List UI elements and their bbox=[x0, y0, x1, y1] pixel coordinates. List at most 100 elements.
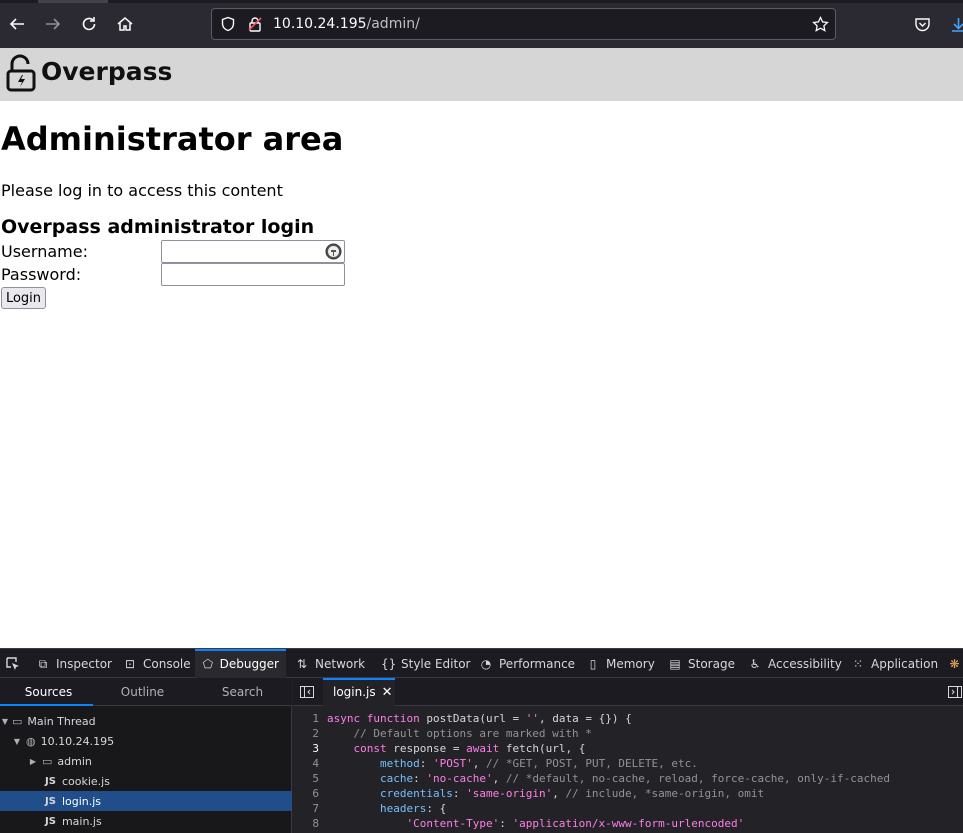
bookmark-star-icon[interactable] bbox=[812, 16, 829, 33]
tab-accessibility[interactable]: ♿ Accessibility bbox=[746, 649, 844, 678]
performance-icon: ◔ bbox=[480, 656, 492, 671]
forward-button[interactable] bbox=[41, 12, 65, 36]
line-number[interactable]: 1 bbox=[293, 711, 319, 726]
tab-network[interactable]: ⇅ Network bbox=[293, 649, 367, 678]
subtab-outline[interactable]: Outline bbox=[94, 678, 191, 706]
storage-icon: ▤ bbox=[669, 656, 681, 671]
tree-main-thread[interactable]: ▼ ▭ Main Thread bbox=[0, 711, 292, 731]
network-icon: ⇅ bbox=[296, 656, 308, 671]
tree-file-main[interactable]: JS main.js bbox=[0, 811, 292, 831]
collapsed-arrow-icon: ▶ bbox=[29, 756, 37, 766]
code-line: 4 method: 'POST', // *GET, POST, PUT, DE… bbox=[293, 756, 963, 771]
debugger-icon: ⬠ bbox=[202, 656, 214, 671]
editor-file-tab[interactable]: login.js ✕ bbox=[323, 678, 395, 706]
subtab-sources[interactable]: Sources bbox=[0, 678, 97, 706]
code-line: 5 cache: 'no-cache', // *default, no-cac… bbox=[293, 771, 963, 786]
username-label: Username: bbox=[1, 242, 88, 261]
code-line: 7 headers: { bbox=[293, 801, 963, 816]
code-line: 1 async function postData(url = '', data … bbox=[293, 711, 963, 726]
expanded-arrow-icon: ▼ bbox=[13, 736, 21, 746]
tab-strip bbox=[0, 0, 963, 3]
intro-text: Please log in to access this content bbox=[1, 181, 283, 200]
code-text: async function postData(url = '', data =… bbox=[327, 712, 632, 725]
js-file-icon: JS bbox=[45, 775, 56, 787]
extension-icon[interactable]: ❋ bbox=[946, 649, 963, 678]
url-bar[interactable]: 10.10.24.195/admin/ bbox=[211, 8, 836, 40]
line-number[interactable]: 7 bbox=[293, 801, 319, 816]
inspector-icon: ⧉ bbox=[38, 656, 48, 671]
tab-inspector[interactable]: ⧉ Inspector bbox=[34, 649, 114, 678]
code-text: credentials: 'same-origin', // include, … bbox=[379, 787, 765, 800]
code-line: 3 const response = await fetch(url, { bbox=[293, 741, 963, 756]
line-number[interactable]: 3 bbox=[293, 741, 319, 756]
tab-memory[interactable]: ▯ Memory bbox=[584, 649, 657, 678]
password-manager-icon[interactable] bbox=[325, 243, 342, 260]
reload-button[interactable] bbox=[77, 12, 101, 36]
close-tab-icon[interactable]: ✕ bbox=[382, 685, 393, 700]
toggle-panes-button[interactable] bbox=[947, 684, 963, 700]
insecure-lock-icon[interactable] bbox=[247, 16, 263, 32]
tree-folder-admin[interactable]: ▶ ▭ admin bbox=[0, 751, 292, 771]
back-arrow-icon bbox=[9, 18, 24, 30]
login-button[interactable]: Login bbox=[1, 287, 46, 309]
browser-toolbar: 10.10.24.195/admin/ bbox=[0, 0, 963, 48]
home-button[interactable] bbox=[113, 12, 137, 36]
tab-console[interactable]: ⊡ Console bbox=[121, 649, 193, 678]
accessibility-icon: ♿ bbox=[749, 656, 761, 671]
code-line: 6 credentials: 'same-origin', // include… bbox=[293, 786, 963, 801]
pane-toggle-icon bbox=[948, 686, 962, 698]
tab-debugger[interactable]: ⬠ Debugger bbox=[195, 649, 286, 678]
username-input[interactable] bbox=[161, 240, 345, 263]
reload-icon bbox=[82, 17, 96, 31]
code-line: 8 'Content-Type': 'application/x-www-for… bbox=[293, 816, 963, 831]
pocket-button[interactable] bbox=[910, 12, 934, 36]
tab-application[interactable]: ⁙ Application bbox=[849, 649, 940, 678]
line-number[interactable]: 2 bbox=[293, 726, 319, 741]
form-title: Overpass administrator login bbox=[1, 216, 315, 238]
sources-pane: Sources Outline Search ▼ ▭ Main Thread ▼ ◍ 1… bbox=[0, 678, 292, 833]
editor-pane: login.js ✕ 1 async function postData(url … bbox=[293, 678, 963, 833]
forward-arrow-icon bbox=[46, 18, 61, 30]
devtools-panel: ⧉ Inspector ⊡ Console ⬠ Debugger ⇅ Network {… bbox=[0, 648, 963, 833]
expanded-arrow-icon: ▼ bbox=[1, 716, 9, 726]
code-text: method: 'POST', // *GET, POST, PUT, DELE… bbox=[379, 757, 698, 770]
tree-host[interactable]: ▼ ◍ 10.10.24.195 bbox=[0, 731, 292, 751]
tab-storage[interactable]: ▤ Storage bbox=[666, 649, 737, 678]
home-icon bbox=[117, 17, 133, 31]
code-text: headers: { bbox=[379, 802, 447, 815]
tab-performance[interactable]: ◔ Performance bbox=[477, 649, 577, 678]
tree-file-cookie[interactable]: JS cookie.js bbox=[0, 771, 292, 791]
console-icon: ⊡ bbox=[124, 656, 136, 671]
password-input[interactable] bbox=[161, 263, 345, 286]
folder-icon: ▭ bbox=[42, 754, 53, 768]
window-icon: ▭ bbox=[12, 714, 23, 728]
element-picker-button[interactable] bbox=[0, 649, 26, 678]
site-brand: Overpass bbox=[41, 57, 173, 86]
style-editor-icon: {} bbox=[381, 656, 397, 671]
shield-icon[interactable] bbox=[220, 16, 236, 32]
sidebar-toggle-icon bbox=[300, 686, 314, 698]
subtab-search[interactable]: Search bbox=[194, 678, 291, 706]
tree-file-login[interactable]: JS login.js bbox=[0, 791, 292, 811]
picker-icon bbox=[6, 656, 19, 670]
toggle-sources-button[interactable] bbox=[299, 684, 315, 700]
downloads-button[interactable] bbox=[946, 12, 963, 36]
code-text: 'Content-Type': 'application/x-www-form-… bbox=[406, 817, 745, 830]
tab-style-editor[interactable]: {} Style Editor bbox=[379, 649, 472, 678]
line-number[interactable]: 5 bbox=[293, 771, 319, 786]
code-line: 2 // Default options are marked with * bbox=[293, 726, 963, 741]
line-number[interactable]: 6 bbox=[293, 786, 319, 801]
devtools-tabbar: ⧉ Inspector ⊡ Console ⬠ Debugger ⇅ Network {… bbox=[0, 648, 963, 678]
unlocked-padlock-icon bbox=[6, 54, 36, 92]
memory-icon: ▯ bbox=[589, 656, 597, 671]
code-text: const response = await fetch(url, { bbox=[353, 742, 586, 755]
back-button[interactable] bbox=[5, 12, 29, 36]
password-label: Password: bbox=[1, 265, 82, 284]
url-text: 10.10.24.195/admin/ bbox=[273, 16, 420, 32]
globe-icon: ◍ bbox=[26, 734, 36, 748]
pocket-icon bbox=[914, 17, 930, 31]
application-icon: ⁙ bbox=[852, 656, 864, 671]
editor-tabbar: login.js ✕ bbox=[293, 678, 963, 706]
line-number[interactable]: 8 bbox=[293, 816, 319, 831]
line-number[interactable]: 4 bbox=[293, 756, 319, 771]
